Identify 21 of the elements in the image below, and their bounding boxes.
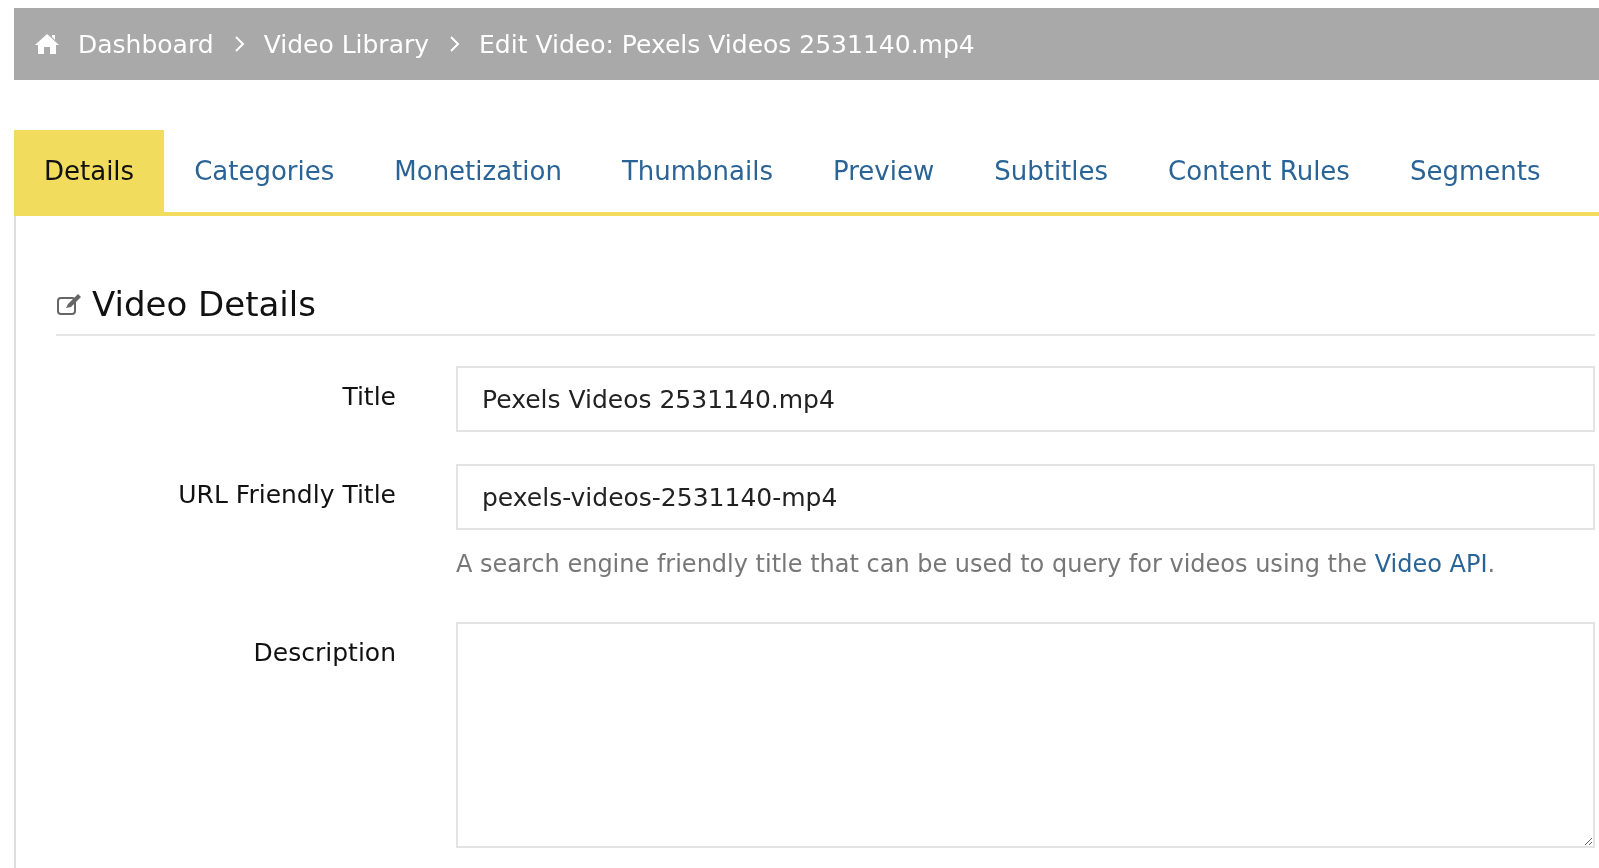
breadcrumb-current: Edit Video: Pexels Videos 2531140.mp4 <box>479 29 975 59</box>
tab[interactable]: Details <box>14 130 165 212</box>
home-icon <box>34 32 60 56</box>
edit-icon <box>56 292 82 316</box>
help-text: A search engine friendly title that can be used to query for videos using the Video API. <box>456 550 1497 578</box>
field-label: Title <box>341 381 396 413</box>
text-field[interactable]: Pexels Videos 2531140.mp4 <box>456 366 1595 432</box>
tab[interactable]: Preview <box>803 130 965 212</box>
field-label: URL Friendly Title <box>177 479 396 511</box>
tab[interactable]: Subtitles <box>964 130 1139 212</box>
tab[interactable]: Segments <box>1379 130 1571 212</box>
tab[interactable]: Categories <box>164 130 365 212</box>
video-api-link[interactable]: Video API <box>1374 550 1488 578</box>
section-title: Video Details <box>92 284 316 324</box>
tab[interactable]: Monetization <box>364 130 592 212</box>
chevron-right-icon <box>447 34 462 54</box>
field-label: Description <box>252 637 396 669</box>
tab[interactable]: Content Rules <box>1138 130 1380 212</box>
description-field[interactable] <box>456 622 1595 848</box>
tab[interactable]: Thumbnails <box>591 130 803 212</box>
text-field[interactable]: pexels-videos-2531140-mp4 <box>456 464 1595 530</box>
